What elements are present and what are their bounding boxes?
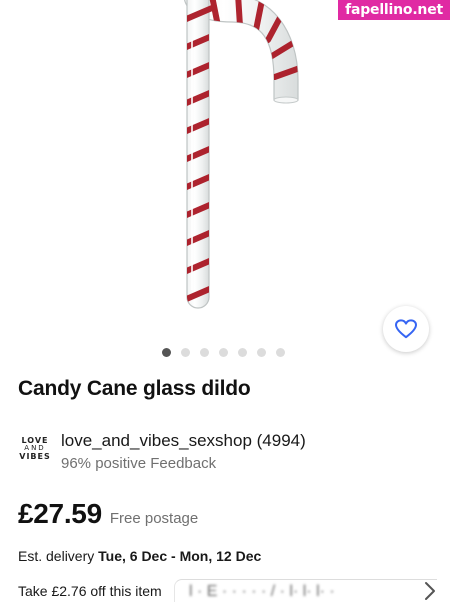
pagination-dot[interactable] bbox=[181, 348, 190, 357]
seller-logo-line: AND bbox=[24, 444, 46, 452]
delivery-estimate: Est. delivery Tue, 6 Dec - Mon, 12 Dec bbox=[18, 548, 261, 564]
listing-title: Candy Cane glass dildo bbox=[18, 377, 251, 400]
seller-info[interactable]: LOVE AND VIBES love_and_vibes_sexshop (4… bbox=[18, 430, 438, 474]
candy-cane-product-image bbox=[184, 0, 299, 309]
seller-feedback: 96% positive Feedback bbox=[61, 455, 217, 472]
delivery-prefix: Est. delivery bbox=[18, 548, 99, 564]
delivery-dates: Tue, 6 Dec - Mon, 12 Dec bbox=[98, 548, 262, 564]
price: £27.59 bbox=[18, 498, 102, 529]
pagination-dot[interactable] bbox=[257, 348, 266, 357]
heart-outline-icon bbox=[395, 319, 417, 339]
pagination-dot[interactable] bbox=[200, 348, 209, 357]
postage-label: Free postage bbox=[109, 510, 199, 527]
image-pagination bbox=[162, 348, 285, 357]
favorite-button[interactable] bbox=[383, 306, 429, 352]
offer-overlay[interactable]: l · E · · · · · / · l· l· l· · bbox=[174, 579, 437, 602]
pagination-dot[interactable] bbox=[219, 348, 228, 357]
pagination-dot[interactable] bbox=[276, 348, 285, 357]
seller-logo-line: VIBES bbox=[19, 452, 51, 461]
watermark: fapellino.net bbox=[338, 0, 450, 20]
seller-name-link[interactable]: love_and_vibes_sexshop (4994) bbox=[61, 431, 306, 451]
product-gallery[interactable] bbox=[0, 0, 450, 370]
offer-row[interactable]: Take £2.76 off this item l · E · · · · ·… bbox=[18, 579, 450, 603]
price-row: £27.59 Free postage bbox=[18, 498, 198, 530]
pagination-dot[interactable] bbox=[162, 348, 171, 357]
pagination-dot[interactable] bbox=[238, 348, 247, 357]
offer-overlay-text: l · E · · · · · / · l· l· l· · bbox=[189, 583, 335, 600]
offer-label: Take £2.76 off this item bbox=[18, 583, 162, 599]
seller-logo: LOVE AND VIBES bbox=[18, 436, 52, 461]
chevron-right-icon[interactable] bbox=[424, 581, 436, 601]
